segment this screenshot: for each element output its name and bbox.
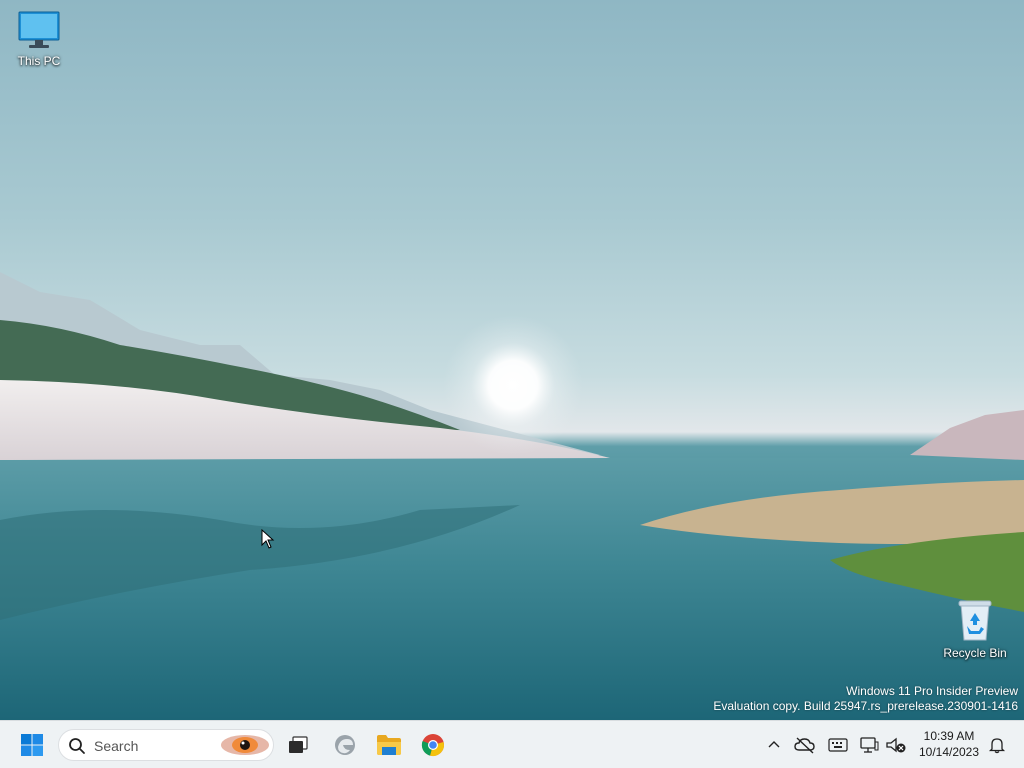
notifications-button[interactable] bbox=[985, 733, 1009, 757]
build-watermark: Windows 11 Pro Insider Preview Evaluatio… bbox=[713, 684, 1018, 714]
chrome-button[interactable] bbox=[413, 725, 453, 765]
show-hidden-icons-button[interactable] bbox=[762, 733, 786, 757]
volume-muted-icon bbox=[886, 737, 906, 753]
bell-icon bbox=[988, 738, 1006, 754]
mouse-cursor-icon bbox=[261, 529, 275, 549]
task-view-icon bbox=[289, 736, 308, 753]
touch-keyboard-button[interactable] bbox=[826, 733, 850, 757]
watermark-line-1: Windows 11 Pro Insider Preview bbox=[846, 684, 1018, 698]
search-highlight-icon bbox=[221, 735, 269, 755]
desktop[interactable]: This PC Recycle Bin Windows 11 Pro Insid… bbox=[0, 0, 1024, 720]
clock-time: 10:39 AM bbox=[923, 729, 975, 743]
file-explorer-button[interactable] bbox=[369, 725, 409, 765]
clock-date: 10/14/2023 bbox=[918, 745, 980, 759]
search-icon bbox=[69, 738, 85, 754]
recycle-bin-icon bbox=[958, 600, 992, 641]
chevron-up-icon bbox=[768, 741, 780, 748]
windows-logo-icon bbox=[21, 734, 43, 756]
monitor-icon bbox=[18, 11, 60, 48]
taskbar: Search 10:39 AM 10/14/2023 bbox=[0, 720, 1024, 768]
onedrive-tray-button[interactable] bbox=[793, 733, 817, 757]
folder-icon bbox=[377, 735, 401, 755]
recycle-bin-label: Recycle Bin bbox=[943, 646, 1007, 660]
chrome-icon bbox=[421, 734, 444, 756]
cloud-off-icon bbox=[794, 737, 815, 754]
network-button[interactable] bbox=[857, 733, 881, 757]
network-icon bbox=[860, 737, 879, 753]
recycle-bin-shortcut[interactable]: Recycle Bin bbox=[937, 598, 1013, 660]
start-button[interactable] bbox=[12, 725, 52, 765]
this-pc-shortcut[interactable]: This PC bbox=[1, 10, 77, 68]
search-placeholder: Search bbox=[94, 738, 139, 754]
edge-icon bbox=[335, 735, 355, 755]
keyboard-icon bbox=[828, 738, 848, 752]
this-pc-label: This PC bbox=[17, 54, 61, 68]
taskbar-search-box[interactable]: Search bbox=[58, 729, 274, 761]
edge-button[interactable] bbox=[325, 725, 365, 765]
watermark-line-2: Evaluation copy. Build 25947.rs_prerelea… bbox=[713, 699, 1018, 713]
wallpaper bbox=[0, 272, 1024, 720]
taskbar-clock[interactable]: 10:39 AM 10/14/2023 bbox=[912, 728, 986, 760]
volume-button[interactable] bbox=[884, 733, 908, 757]
task-view-button[interactable] bbox=[278, 725, 318, 765]
